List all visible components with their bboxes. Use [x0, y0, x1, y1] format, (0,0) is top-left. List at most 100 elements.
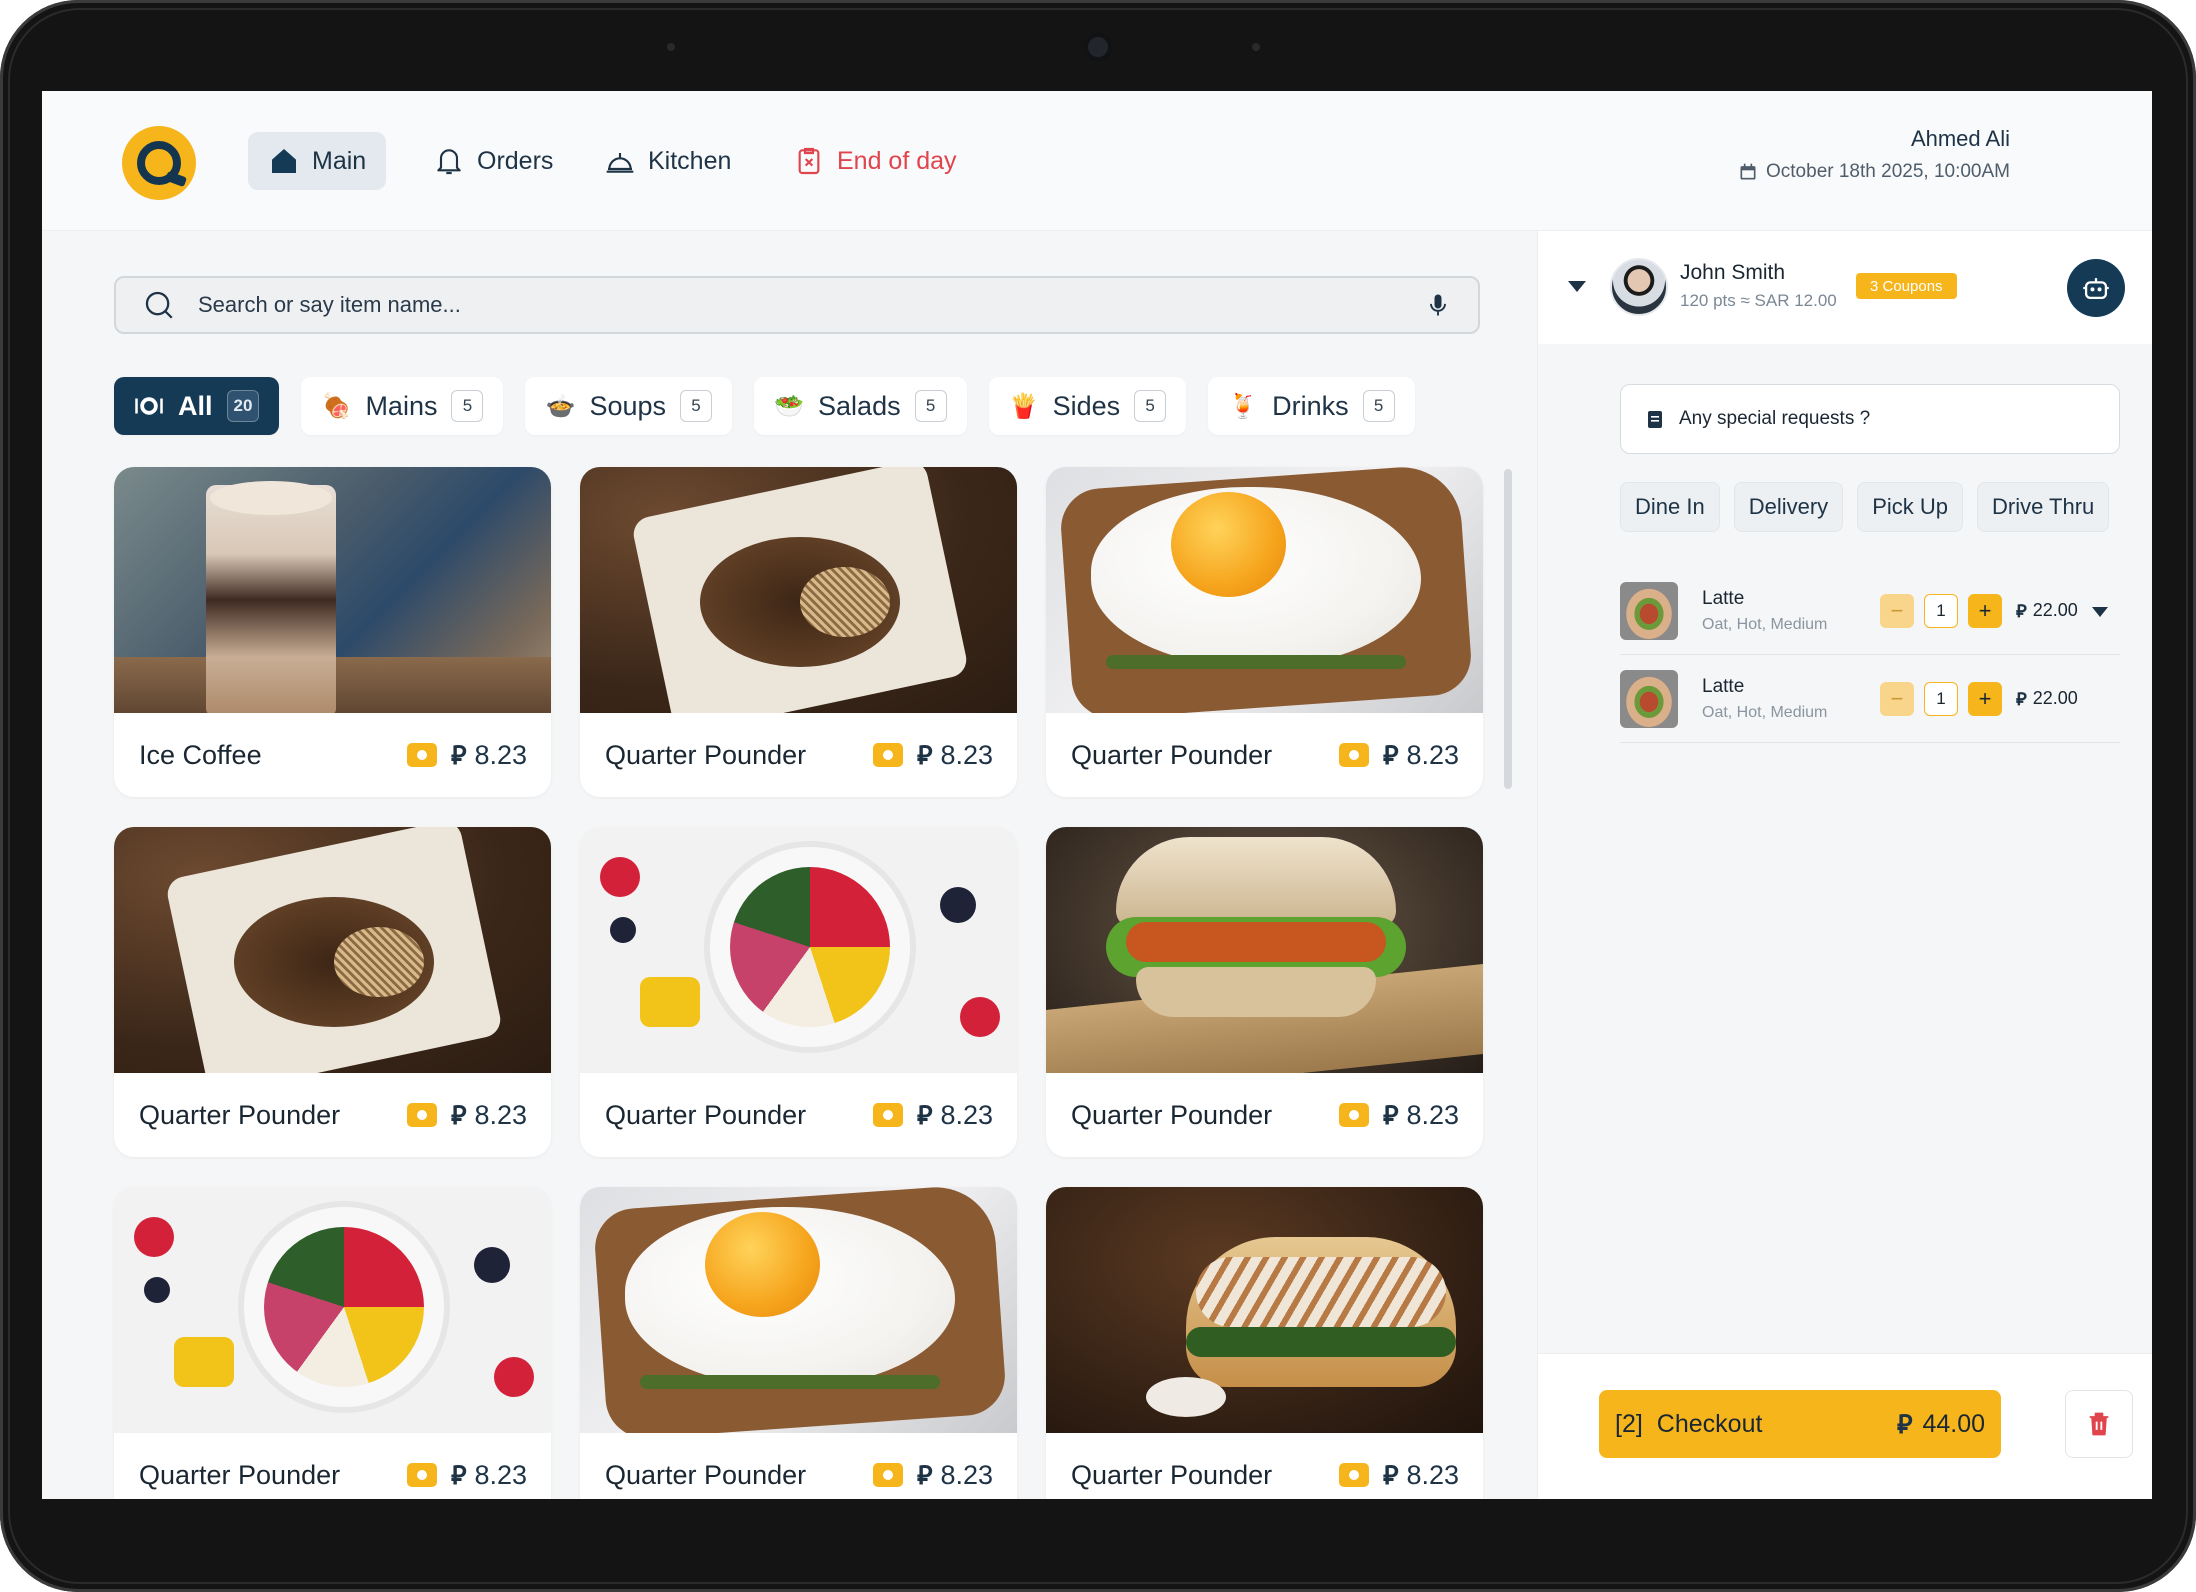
search-input[interactable]: Search or say item name... [198, 292, 1424, 318]
ticket-icon [406, 1103, 437, 1127]
nav-main[interactable]: Main [248, 132, 387, 190]
assistant-button[interactable] [2067, 259, 2125, 317]
category-all[interactable]: All 20 [114, 377, 280, 435]
chevron-down-icon[interactable] [2092, 607, 2108, 617]
cart-list: Latte Oat, Hot, Medium − 1 + ⃁ 22.00 L [1620, 567, 2120, 743]
category-count: 5 [1134, 390, 1167, 422]
category-count: 5 [914, 390, 947, 422]
product-image [580, 467, 1017, 713]
search-bar[interactable]: Search or say item name... [114, 276, 1480, 334]
cart-item-options: Oat, Hot, Medium [1702, 703, 1828, 721]
riyal-icon: ⃁ [450, 1459, 467, 1490]
sensor-dot [1252, 43, 1260, 51]
cart-item-name: Latte [1702, 675, 1745, 697]
search-icon [145, 291, 173, 319]
product-price-value: 8.23 [1406, 739, 1459, 770]
product-price-value: 8.23 [474, 739, 527, 770]
product-card[interactable]: Ice Coffee ⃁ 8.23 [114, 467, 551, 797]
cart-item[interactable]: Latte Oat, Hot, Medium − 1 + ⃁ 22.00 [1620, 655, 2120, 743]
category-count: 5 [680, 390, 713, 422]
riyal-icon: ⃁ [450, 739, 467, 770]
product-price-value: 8.23 [1406, 1459, 1459, 1490]
quantity-value[interactable]: 1 [1924, 681, 1958, 716]
product-card[interactable]: Quarter Pounder ⃁ 8.23 [580, 467, 1017, 797]
order-type-drive-thru[interactable]: Drive Thru [1976, 482, 2110, 532]
product-card[interactable]: Quarter Pounder ⃁ 8.23 [1046, 1187, 1483, 1499]
product-price: ⃁ 8.23 [1383, 739, 1459, 772]
product-scrollbar[interactable] [1504, 469, 1512, 789]
product-card[interactable]: Quarter Pounder ⃁ 8.23 [114, 1187, 551, 1499]
category-soups[interactable]: 🍲 Soups 5 [525, 377, 733, 435]
chevron-down-icon[interactable] [1568, 281, 1586, 292]
category-drinks[interactable]: 🍹 Drinks 5 [1208, 377, 1415, 435]
ticket-icon [872, 1103, 903, 1127]
product-info: Quarter Pounder ⃁ 8.23 [580, 1073, 1017, 1157]
cart-item-text: Latte Oat, Hot, Medium [1702, 588, 1872, 634]
calendar-icon [1740, 163, 1756, 180]
increase-quantity-button[interactable]: + [1968, 681, 2002, 716]
ticket-icon [1338, 743, 1369, 767]
category-mains[interactable]: 🍖 Mains 5 [301, 377, 504, 435]
product-info: Quarter Pounder ⃁ 8.23 [580, 1433, 1017, 1499]
clipboard-x-icon [798, 147, 820, 175]
product-card[interactable]: Quarter Pounder ⃁ 8.23 [580, 827, 1017, 1157]
product-card[interactable]: Quarter Pounder ⃁ 8.23 [114, 827, 551, 1157]
quantity-value[interactable]: 1 [1924, 593, 1958, 628]
category-count: 5 [1362, 390, 1395, 422]
notes-icon [1648, 411, 1662, 428]
nav-main-label: Main [312, 146, 367, 175]
decrease-quantity-button[interactable]: − [1880, 681, 1914, 716]
product-price: ⃁ 8.23 [451, 739, 527, 772]
category-salads[interactable]: 🥗 Salads 5 [754, 377, 967, 435]
product-price: ⃁ 8.23 [917, 1459, 993, 1492]
nav-orders[interactable]: Orders [413, 132, 573, 190]
checkout-footer: [2] Checkout ⃁ 44.00 [1538, 1353, 2152, 1499]
riyal-icon: ⃁ [1382, 1099, 1399, 1130]
special-requests-placeholder: Any special requests ? [1679, 408, 1871, 429]
coupons-badge[interactable]: 3 Coupons [1856, 273, 1957, 299]
product-image [1046, 1187, 1483, 1433]
product-price-value: 8.23 [1406, 1099, 1459, 1130]
robot-icon [2083, 278, 2109, 300]
product-card[interactable]: Quarter Pounder ⃁ 8.23 [1046, 467, 1483, 797]
order-type-options: Dine In Delivery Pick Up Drive Thru [1620, 482, 2110, 532]
category-tabs: All 20 🍖 Mains 5 🍲 Soups 5 🥗 Salads 5 🍟 … [114, 377, 1415, 435]
nav-end-of-day[interactable]: End of day [773, 132, 977, 190]
special-requests-field[interactable]: Any special requests ? [1620, 384, 2120, 454]
app-logo [122, 126, 196, 200]
product-grid: Ice Coffee ⃁ 8.23 Quarter Pounder ⃁ 8.23 Quart… [114, 467, 1488, 1499]
riyal-icon: ⃁ [2016, 601, 2027, 621]
product-info: Quarter Pounder ⃁ 8.23 [1046, 713, 1483, 797]
microphone-icon[interactable] [1424, 291, 1452, 319]
order-type-pick-up[interactable]: Pick Up [1857, 482, 1963, 532]
order-type-dine-in[interactable]: Dine In [1620, 482, 1720, 532]
category-label: Drinks [1272, 390, 1349, 421]
category-sides[interactable]: 🍟 Sides 5 [988, 377, 1187, 435]
order-type-delivery[interactable]: Delivery [1733, 482, 1844, 532]
increase-quantity-button[interactable]: + [1968, 593, 2002, 628]
clear-cart-button[interactable] [2065, 1390, 2133, 1458]
product-image [114, 827, 551, 1073]
riyal-icon: ⃁ [916, 1459, 933, 1490]
product-price: ⃁ 8.23 [451, 1459, 527, 1492]
cart-item[interactable]: Latte Oat, Hot, Medium − 1 + ⃁ 22.00 [1620, 567, 2120, 655]
cart-item-image [1620, 669, 1678, 728]
product-info: Quarter Pounder ⃁ 8.23 [114, 1073, 551, 1157]
fries-icon: 🍟 [1008, 392, 1039, 420]
product-name: Quarter Pounder [1071, 1459, 1273, 1490]
product-price-value: 8.23 [940, 739, 993, 770]
product-price: ⃁ 8.23 [1383, 1099, 1459, 1132]
product-card[interactable]: Quarter Pounder ⃁ 8.23 [580, 1187, 1017, 1499]
ticket-icon [406, 1463, 437, 1487]
checkout-button[interactable]: [2] Checkout ⃁ 44.00 [1599, 1390, 2001, 1458]
ticket-icon [872, 1463, 903, 1487]
product-info: Quarter Pounder ⃁ 8.23 [580, 713, 1017, 797]
decrease-quantity-button[interactable]: − [1880, 593, 1914, 628]
nav-kitchen[interactable]: Kitchen [584, 132, 751, 190]
product-price-value: 8.23 [940, 1459, 993, 1490]
product-card[interactable]: Quarter Pounder ⃁ 8.23 [1046, 827, 1483, 1157]
cart-item-price-value: 22.00 [2032, 600, 2078, 620]
meat-icon: 🍖 [321, 392, 352, 420]
salad-icon: 🥗 [774, 392, 804, 420]
category-count: 20 [226, 390, 260, 422]
